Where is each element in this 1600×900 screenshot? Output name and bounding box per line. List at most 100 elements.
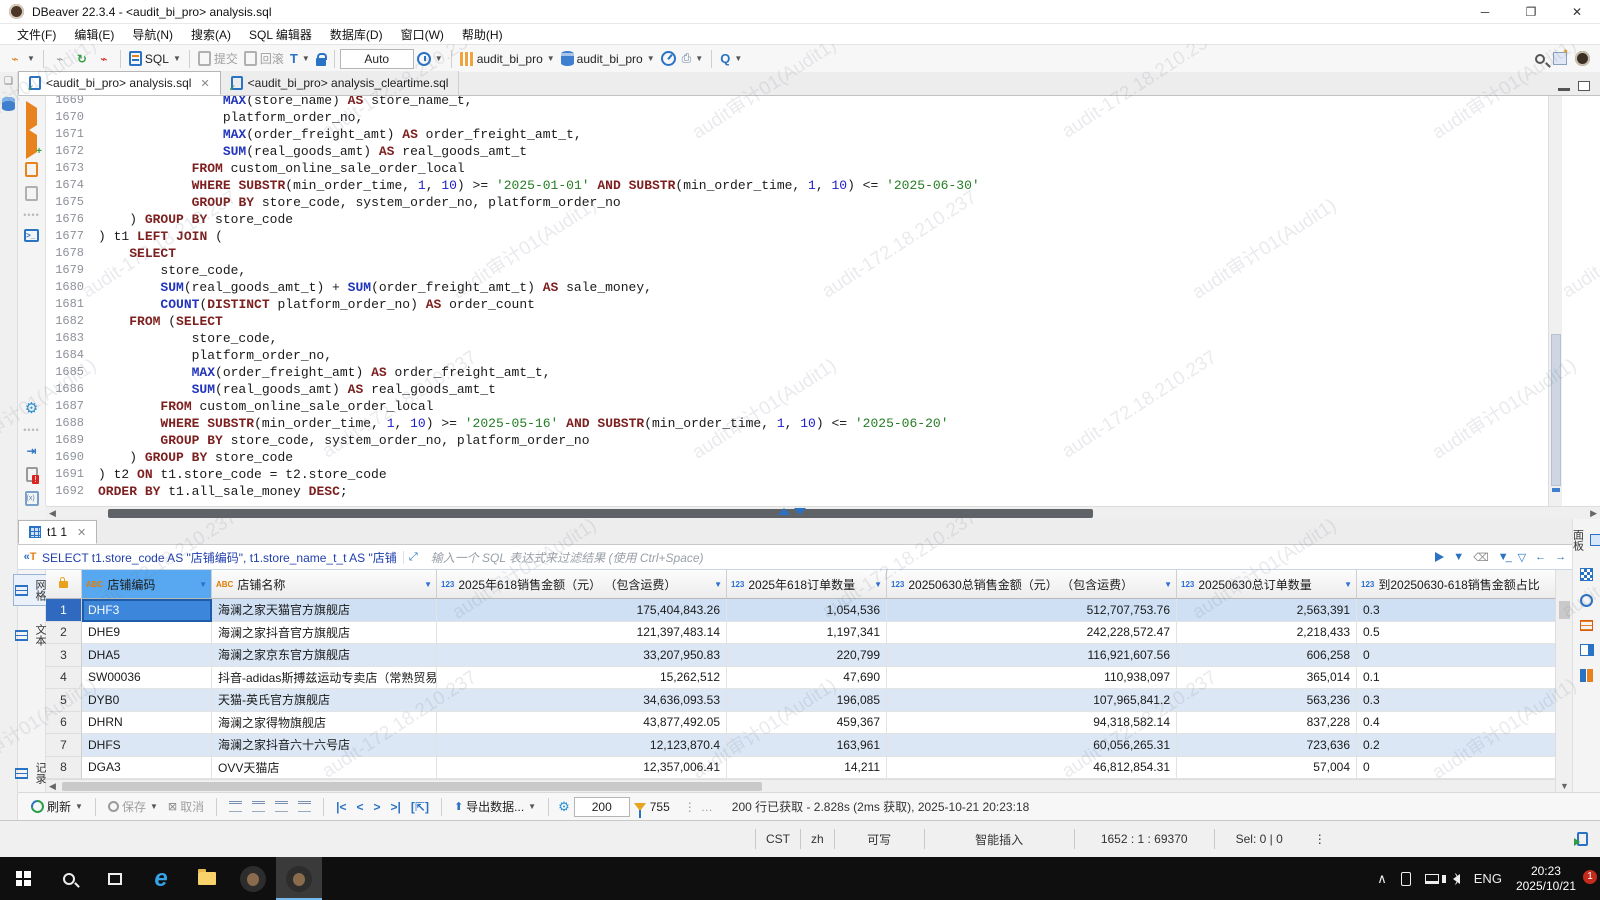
row-number[interactable]: 3 xyxy=(46,644,82,667)
grid-cell[interactable]: 110,938,097 xyxy=(887,667,1177,690)
grid-cell[interactable]: 1,054,536 xyxy=(727,599,887,622)
menu-item[interactable]: 编辑(E) xyxy=(65,24,123,45)
code-line[interactable]: 1679 store_code, xyxy=(46,262,980,279)
filter-funnel-icon[interactable]: ▽ xyxy=(1518,551,1526,564)
code-line[interactable]: 1683 store_code, xyxy=(46,330,980,347)
history-back-icon[interactable]: ← xyxy=(1535,551,1546,563)
column-filter-icon[interactable]: ▼ xyxy=(1160,580,1172,589)
code-line[interactable]: 1674 WHERE SUBSTR(min_order_time, 1, 10)… xyxy=(46,177,980,194)
explain-plan-button[interactable] xyxy=(25,186,38,201)
grid-cell[interactable]: 2,563,391 xyxy=(1177,599,1357,622)
menu-item[interactable]: 帮助(H) xyxy=(453,24,512,45)
taskbar-clock[interactable]: 20:23 2025/10/21 xyxy=(1516,864,1576,894)
grid-cell[interactable]: 海澜之家天猫官方旗舰店 xyxy=(212,599,437,622)
dbeaver-taskbar-button-1[interactable] xyxy=(230,857,276,900)
reconnect-button[interactable]: ↻ xyxy=(71,49,93,69)
grid-cell[interactable]: 196,085 xyxy=(727,689,887,712)
task-view-button[interactable] xyxy=(92,857,138,900)
code-line[interactable]: 1675 GROUP BY store_code, system_order_n… xyxy=(46,194,980,211)
result-query-text[interactable]: SELECT t1.store_code AS "店铺编码", t1.store… xyxy=(42,549,397,566)
grid-cell[interactable]: 107,965,841.2 xyxy=(887,689,1177,712)
grid-cell[interactable]: 2,218,433 xyxy=(1177,622,1357,645)
history-forward-icon[interactable]: → xyxy=(1555,551,1566,563)
grid-cell[interactable]: DHFS xyxy=(82,734,212,757)
code-line[interactable]: 1692ORDER BY t1.all_sale_money DESC; xyxy=(46,483,980,500)
row-number[interactable]: 4 xyxy=(46,667,82,690)
delete-row-button[interactable] xyxy=(298,801,311,812)
grid-cell[interactable]: DGA3 xyxy=(82,757,212,780)
code-line[interactable]: 1669 MAX(store_name) AS store_name_t, xyxy=(46,96,980,109)
grid-vertical-scrollbar[interactable]: ▼ xyxy=(1555,570,1572,792)
clear-filter-icon[interactable]: ⌫ xyxy=(1473,551,1489,564)
column-header[interactable]: 12320250630总订单数量▼ xyxy=(1177,570,1357,599)
grid-settings-gear[interactable]: ⚙ xyxy=(558,799,570,814)
column-header[interactable]: 1232025年618销售金额（元） （包含运费）▼ xyxy=(437,570,727,599)
execute-script-button[interactable] xyxy=(25,162,38,177)
minimize-button[interactable]: ─ xyxy=(1462,0,1508,24)
result-grid[interactable]: ABC店铺编码▼ABC店铺名称▼1232025年618销售金额（元） （包含运费… xyxy=(46,570,1555,779)
grid-cell[interactable]: 242,228,572.47 xyxy=(887,622,1177,645)
add-row-button[interactable] xyxy=(252,801,265,812)
grid-cell[interactable]: 12,357,006.41 xyxy=(437,757,727,780)
row-number[interactable]: 8 xyxy=(46,757,82,780)
grid-cell[interactable]: 0 xyxy=(1357,644,1555,667)
column-header[interactable]: ABC店铺编码▼ xyxy=(82,570,212,599)
metadata-icon[interactable] xyxy=(1580,620,1593,631)
expand-filter-icon[interactable]: ⤢ xyxy=(403,551,423,564)
editor-vertical-scrollbar[interactable] xyxy=(1548,96,1562,506)
filter-input[interactable]: 输入一个 SQL 表达式来过滤结果 (使用 Ctrl+Space) xyxy=(431,549,1436,566)
export-data-button[interactable]: ⬆导出数据...▼ xyxy=(451,796,539,817)
menu-item[interactable]: 导航(N) xyxy=(123,24,182,45)
column-filter-icon[interactable]: ▼ xyxy=(420,580,432,589)
grid-cell[interactable]: 海澜之家抖音官方旗舰店 xyxy=(212,622,437,645)
grid-cell[interactable]: OVV天猫店 xyxy=(212,757,437,780)
maximize-editor-icon[interactable] xyxy=(1578,81,1590,91)
grid-cell[interactable]: 33,207,950.83 xyxy=(437,644,727,667)
panel-splitter[interactable] xyxy=(778,508,806,515)
file-explorer-button[interactable] xyxy=(184,857,230,900)
grid-cell[interactable]: 94,318,582.14 xyxy=(887,712,1177,735)
network-icon[interactable] xyxy=(1425,874,1439,884)
dbeaver-taskbar-button-2[interactable] xyxy=(276,857,322,900)
grid-cell[interactable]: 116,921,607.56 xyxy=(887,644,1177,667)
grid-cell[interactable]: 抖音-adidas斯搏兹运动专卖店（常熟贸易） xyxy=(212,667,437,690)
lock-toggle[interactable] xyxy=(313,50,329,68)
menu-item[interactable]: SQL 编辑器 xyxy=(240,24,321,45)
code-line[interactable]: 1687 FROM custom_online_sale_order_local xyxy=(46,398,980,415)
connection-selector[interactable]: audit_bi_pro▼ xyxy=(457,50,558,68)
grid-cell[interactable]: 57,004 xyxy=(1177,757,1357,780)
grid-cell[interactable]: 12,123,870.4 xyxy=(437,734,727,757)
grid-cell[interactable]: 海澜之家京东官方旗舰店 xyxy=(212,644,437,667)
row-number[interactable]: 5 xyxy=(46,689,82,712)
presentation-tab-文本[interactable]: 文本 xyxy=(14,620,49,650)
close-tab-icon[interactable]: ✕ xyxy=(200,77,209,90)
editor-tab[interactable]: <audit_bi_pro> analysis.sql✕ xyxy=(18,71,221,95)
cancel-button[interactable]: ⊠取消 xyxy=(165,796,207,817)
edit-value-button[interactable] xyxy=(229,801,242,812)
rollback-button[interactable]: 回滚 xyxy=(241,48,287,69)
editor-horizontal-scrollbar[interactable]: ◀ ▶ xyxy=(46,506,1600,519)
grid-cell[interactable]: 365,014 xyxy=(1177,667,1357,690)
refresh-button[interactable]: 刷新▼ xyxy=(28,796,86,817)
grid-cell[interactable]: 0.1 xyxy=(1357,667,1555,690)
filter-settings-icon[interactable]: ▼̲ xyxy=(1498,551,1509,563)
grid-cell[interactable]: 60,056,265.31 xyxy=(887,734,1177,757)
code-line[interactable]: 1681 COUNT(DISTINCT platform_order_no) A… xyxy=(46,296,980,313)
scroll-right-arrow[interactable]: ▶ xyxy=(1590,508,1597,519)
parameters-file-icon[interactable]: (x) xyxy=(25,491,39,506)
maximize-button[interactable]: ❐ xyxy=(1508,0,1554,24)
duplicate-row-button[interactable] xyxy=(275,801,288,812)
disconnect-button[interactable]: ⌁ xyxy=(93,49,115,69)
grid-cell[interactable]: DHF3 xyxy=(82,599,212,622)
grid-cell[interactable]: 15,262,512 xyxy=(437,667,727,690)
volume-icon[interactable] xyxy=(1453,874,1460,884)
code-line[interactable]: 1685 MAX(order_freight_amt) AS order_fre… xyxy=(46,364,980,381)
code-line[interactable]: 1689 GROUP BY store_code, system_order_n… xyxy=(46,432,980,449)
code-line[interactable]: 1677) t1 LEFT JOIN ( xyxy=(46,228,980,245)
row-number[interactable]: 6 xyxy=(46,712,82,735)
grid-cell[interactable]: 34,636,093.53 xyxy=(437,689,727,712)
last-page-button[interactable]: >| xyxy=(388,800,404,814)
settings-gear-button[interactable]: ⚙ xyxy=(25,401,38,416)
column-filter-icon[interactable]: ▼ xyxy=(1340,580,1352,589)
grid-cell[interactable]: 723,636 xyxy=(1177,734,1357,757)
